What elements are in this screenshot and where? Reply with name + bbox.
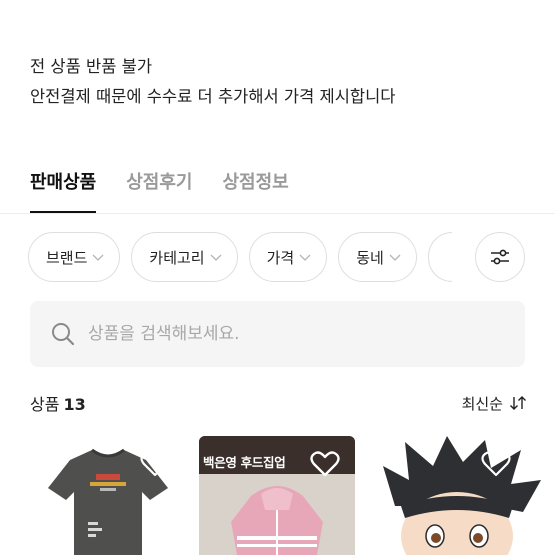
search-icon [52, 323, 75, 346]
chevron-down-icon [210, 254, 222, 261]
tab-reviews[interactable]: 상점후기 [126, 166, 192, 214]
notice-line-2: 안전결제 때문에 수수료 더 추가해서 가격 제시합니다 [30, 87, 396, 106]
filter-brand[interactable]: 브랜드 [28, 232, 121, 282]
sort-label: 최신순 [461, 394, 503, 413]
product-card[interactable] [30, 436, 186, 555]
filter-settings-button[interactable] [475, 232, 525, 282]
search-input[interactable] [88, 324, 508, 344]
filter-brand-label: 브랜드 [46, 248, 88, 267]
product-card[interactable] [375, 436, 555, 555]
heart-icon[interactable] [310, 450, 340, 478]
product-count-label: 상품 [30, 395, 60, 414]
heart-icon[interactable] [140, 450, 170, 478]
chevron-down-icon [92, 254, 104, 261]
filter-neighborhood-label: 동네 [356, 248, 384, 267]
filter-category-label: 카테고리 [149, 248, 205, 267]
sliders-icon [491, 249, 509, 265]
tabs-divider [0, 213, 555, 214]
figure-image [383, 436, 541, 555]
filter-price-label: 가격 [266, 248, 295, 267]
product-label: 백은영 후드집업 [203, 455, 286, 470]
tab-shop-info[interactable]: 상점정보 [223, 166, 289, 214]
notice-line-1: 전 상품 반품 불가 [30, 57, 152, 76]
product-grid: 백은영 후드집업 [30, 436, 555, 555]
chevron-down-icon [389, 254, 401, 261]
products-summary-row: 상품 13 최신순 [30, 389, 527, 417]
filter-more-chip[interactable] [427, 232, 452, 282]
filter-price[interactable]: 가격 [248, 232, 328, 282]
search-bar [30, 301, 525, 367]
sort-arrows-icon [510, 396, 526, 410]
product-card[interactable]: 백은영 후드집업 [199, 436, 355, 555]
filter-category[interactable]: 카테고리 [131, 232, 238, 282]
shop-notice: 전 상품 반품 불가 안전결제 때문에 수수료 더 추가해서 가격 제시합니다 [30, 52, 395, 112]
product-count-value: 13 [63, 395, 86, 414]
filter-neighborhood[interactable]: 동네 [338, 232, 417, 282]
tab-products[interactable]: 판매상품 [30, 166, 97, 214]
product-count: 상품 13 [30, 391, 86, 415]
shop-tabs: 판매상품 상점후기 상점정보 [30, 166, 525, 214]
chevron-down-icon [299, 254, 311, 261]
heart-icon[interactable] [481, 450, 511, 478]
sort-button[interactable]: 최신순 [462, 393, 527, 414]
